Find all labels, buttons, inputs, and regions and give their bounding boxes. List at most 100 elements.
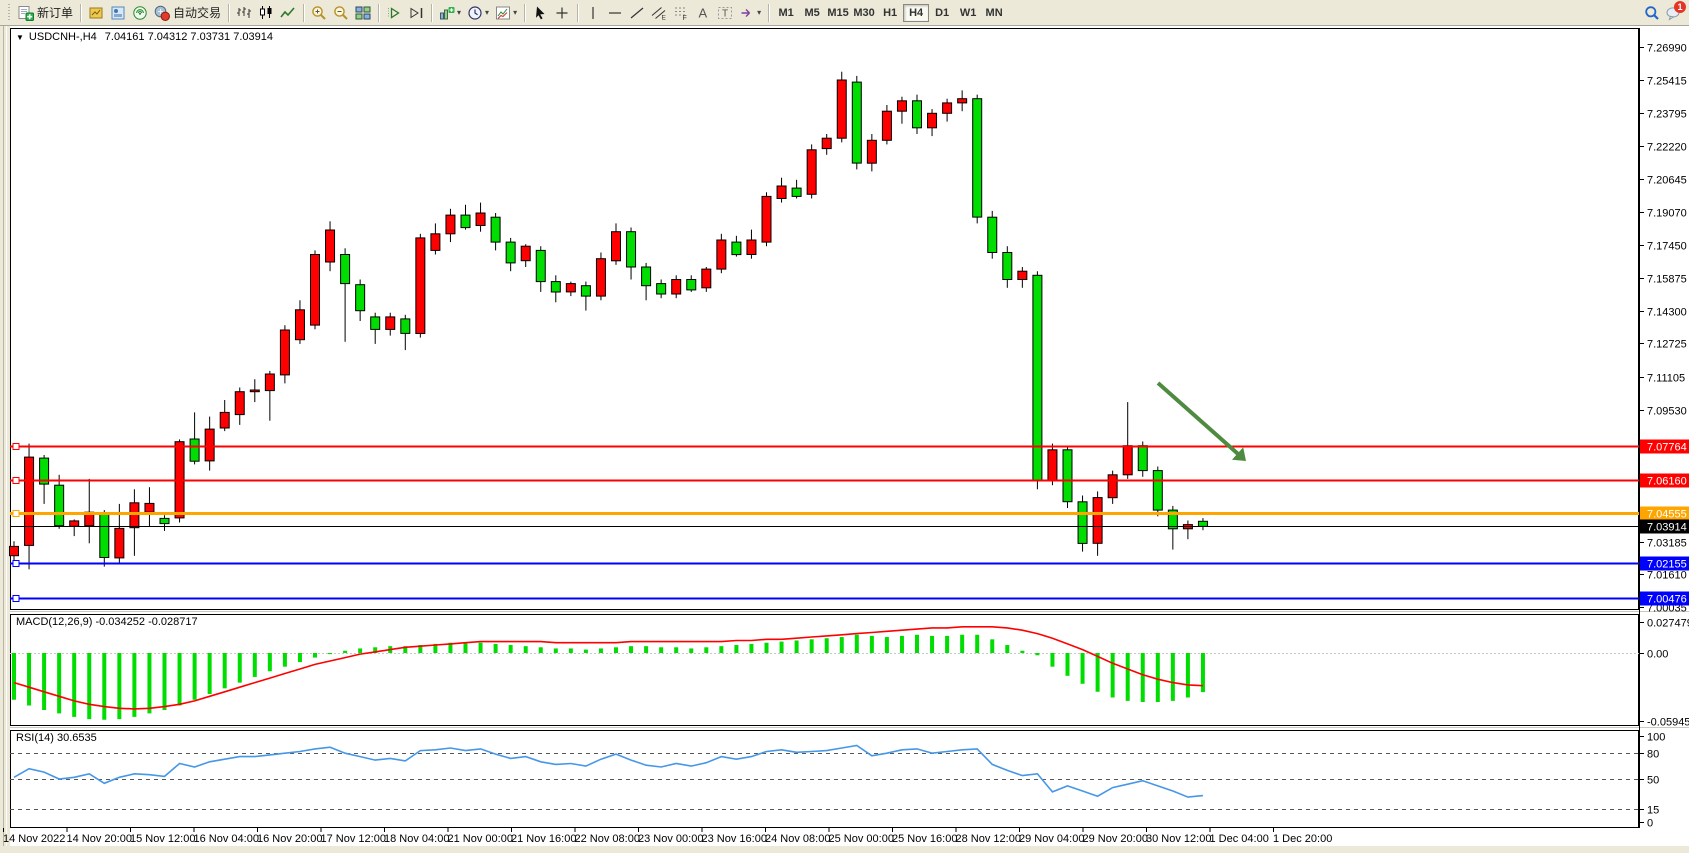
shapes-button[interactable]: ▾	[736, 3, 764, 23]
bear-candle	[913, 101, 922, 128]
timeframe-button-mn[interactable]: MN	[981, 4, 1007, 22]
chart-background	[0, 26, 1689, 853]
alerts-button[interactable]	[129, 3, 151, 23]
bull-candle	[386, 317, 395, 330]
trendline-button[interactable]	[626, 3, 648, 23]
line-price-tag-text: 7.02155	[1647, 559, 1687, 571]
toolbar-separator	[768, 4, 769, 22]
bear-candle	[461, 215, 470, 228]
timeframe-button-h4[interactable]: H4	[903, 4, 929, 22]
chart-title: ▼USDCNH-,H47.04161 7.04312 7.03731 7.039…	[16, 31, 273, 43]
bull-candle	[777, 186, 786, 199]
bull-candle	[130, 503, 139, 528]
svg-text:F: F	[683, 15, 687, 21]
crosshair-button[interactable]	[551, 3, 573, 23]
timeframe-button-h1[interactable]: H1	[877, 4, 903, 22]
bear-candle	[1078, 502, 1087, 544]
bull-candle	[70, 521, 79, 526]
cursor-button[interactable]	[529, 3, 551, 23]
periods-button[interactable]: ▾	[464, 3, 492, 23]
templates-button[interactable]: ▾	[492, 3, 520, 23]
time-tick-label: 16 Nov 20:00	[257, 833, 322, 845]
time-tick-label: 14 Nov 2022	[3, 833, 65, 845]
time-tick-label: 17 Nov 12:00	[321, 833, 386, 845]
line-chart-button[interactable]	[277, 3, 299, 23]
timeframe-button-w1[interactable]: W1	[955, 4, 981, 22]
hline-icon	[607, 5, 623, 21]
new-order-button[interactable]: 新订单	[15, 3, 76, 23]
bull-candle	[25, 457, 34, 545]
bear-candle	[657, 284, 666, 294]
bear-candle	[491, 217, 500, 242]
bear-candle	[551, 282, 560, 292]
bar-chart-button[interactable]	[233, 3, 255, 23]
line-handle[interactable]	[13, 478, 19, 484]
tile-windows-button[interactable]	[352, 3, 374, 23]
autotrading-button[interactable]: 自动交易	[151, 3, 224, 23]
candlestick-button[interactable]	[255, 3, 277, 23]
svg-text:E: E	[662, 14, 667, 21]
bull-candle	[205, 429, 214, 461]
fibonacci-button[interactable]: F	[670, 3, 692, 23]
bull-candle	[250, 390, 259, 392]
timeframe-button-m30[interactable]: M30	[851, 4, 877, 22]
zoom-out-button[interactable]	[330, 3, 352, 23]
bull-candle	[295, 310, 304, 340]
bull-candle	[521, 246, 530, 261]
auto-scroll-button[interactable]	[383, 3, 405, 23]
toolbar-separator	[228, 4, 229, 22]
timeframe-button-m5[interactable]: M5	[799, 4, 825, 22]
bear-candle	[687, 280, 696, 290]
gold-chart-icon	[88, 5, 104, 21]
line-handle[interactable]	[13, 596, 19, 602]
timeframe-button-d1[interactable]: D1	[929, 4, 955, 22]
toolbar-right-icons: 1	[1641, 3, 1685, 23]
auto-scroll-icon	[386, 5, 402, 21]
channel-button[interactable]: E	[648, 3, 670, 23]
mt4-window: 7.269907.254157.237957.222207.206457.190…	[0, 0, 1689, 853]
bull-candle	[958, 99, 967, 103]
line-handle[interactable]	[13, 444, 19, 450]
bear-candle	[506, 242, 515, 263]
zoom-in-button[interactable]	[308, 3, 330, 23]
time-tick-label: 21 Nov 16:00	[511, 833, 576, 845]
bull-candle	[220, 412, 229, 428]
timeframe-button-m1[interactable]: M1	[773, 4, 799, 22]
bear-candle	[536, 250, 545, 281]
vertical-line-button[interactable]	[582, 3, 604, 23]
time-tick-label: 18 Nov 04:00	[384, 833, 449, 845]
timeframe-button-m15[interactable]: M15	[825, 4, 851, 22]
bear-candle	[55, 485, 64, 526]
chart-area[interactable]: 7.269907.254157.237957.222207.206457.190…	[0, 0, 1689, 853]
market-watch-button[interactable]	[107, 3, 129, 23]
line-handle[interactable]	[13, 511, 19, 517]
horizontal-line-button[interactable]	[604, 3, 626, 23]
bear-candle	[1003, 253, 1012, 280]
bull-candle	[702, 269, 711, 288]
price-tick-label: 7.26990	[1647, 43, 1687, 55]
bull-candle	[10, 546, 19, 555]
chat-button[interactable]: 1	[1663, 3, 1685, 23]
crosshair-icon	[554, 5, 570, 21]
chart-menu-icon[interactable]: ▼	[16, 33, 24, 42]
bear-candle	[100, 513, 109, 558]
bear-candle	[356, 285, 365, 311]
bull-candle	[280, 330, 289, 375]
chart-shift-button[interactable]	[405, 3, 427, 23]
line-handle[interactable]	[13, 561, 19, 567]
price-tick-label: 7.11105	[1647, 373, 1685, 385]
bull-candle	[145, 503, 154, 512]
price-tick-label: 7.09530	[1647, 406, 1687, 418]
bear-candle	[1153, 471, 1162, 511]
chart-window-button[interactable]	[85, 3, 107, 23]
bull-candle	[416, 238, 425, 334]
price-chart[interactable]: 7.269907.254157.237957.222207.206457.190…	[0, 0, 1689, 853]
indicators-button[interactable]: ▾	[436, 3, 464, 23]
line-price-tag-text: 7.06160	[1647, 476, 1687, 488]
label-button[interactable]: T	[714, 3, 736, 23]
text-button[interactable]: A	[692, 3, 714, 23]
channel-icon: E	[651, 5, 667, 21]
toolbar-separator	[577, 4, 578, 22]
toolbar-separator	[303, 4, 304, 22]
search-button[interactable]	[1641, 3, 1663, 23]
